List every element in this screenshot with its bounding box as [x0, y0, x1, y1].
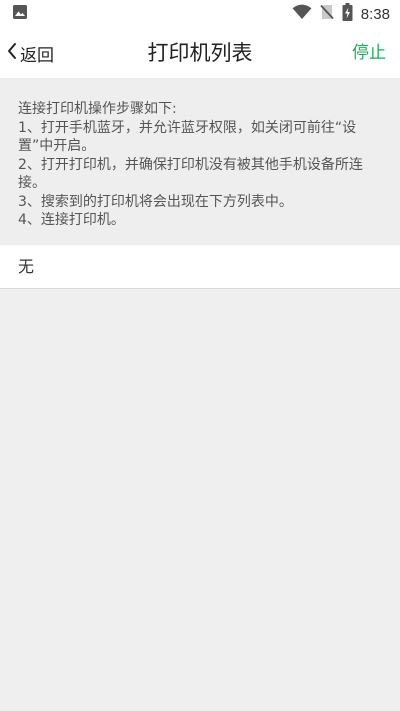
no-sim-icon	[320, 4, 334, 24]
back-button[interactable]: 返回	[6, 28, 54, 78]
back-label: 返回	[20, 45, 54, 66]
status-time: 8:38	[360, 5, 390, 23]
battery-charging-icon	[342, 3, 353, 25]
instruction-step: 3、搜索到的打印机将会出现在下方列表中。	[18, 193, 293, 210]
status-bar: 8:38	[0, 0, 400, 28]
stop-button[interactable]: 停止	[352, 28, 386, 78]
list-item[interactable]: 无	[0, 245, 400, 288]
wifi-icon	[292, 4, 312, 24]
page-title: 打印机列表	[147, 41, 253, 65]
image-icon	[12, 4, 28, 24]
instruction-step: 2、打开打印机，并确保打印机没有被其他手机设备所连接。	[18, 156, 363, 192]
instructions-heading: 连接打印机操作步骤如下:	[18, 101, 177, 117]
connection-instructions: 连接打印机操作步骤如下: 1、打开手机蓝牙，并允许蓝牙权限，如关闭可前往“设置”…	[0, 78, 400, 245]
app-bar: 返回 打印机列表 停止	[0, 28, 400, 78]
chevron-left-icon	[6, 42, 18, 65]
instruction-step: 4、连接打印机。	[18, 212, 125, 228]
printer-list: 无	[0, 245, 400, 289]
instruction-step: 1、打开手机蓝牙，并允许蓝牙权限，如关闭可前往“设置”中开启。	[18, 119, 357, 155]
